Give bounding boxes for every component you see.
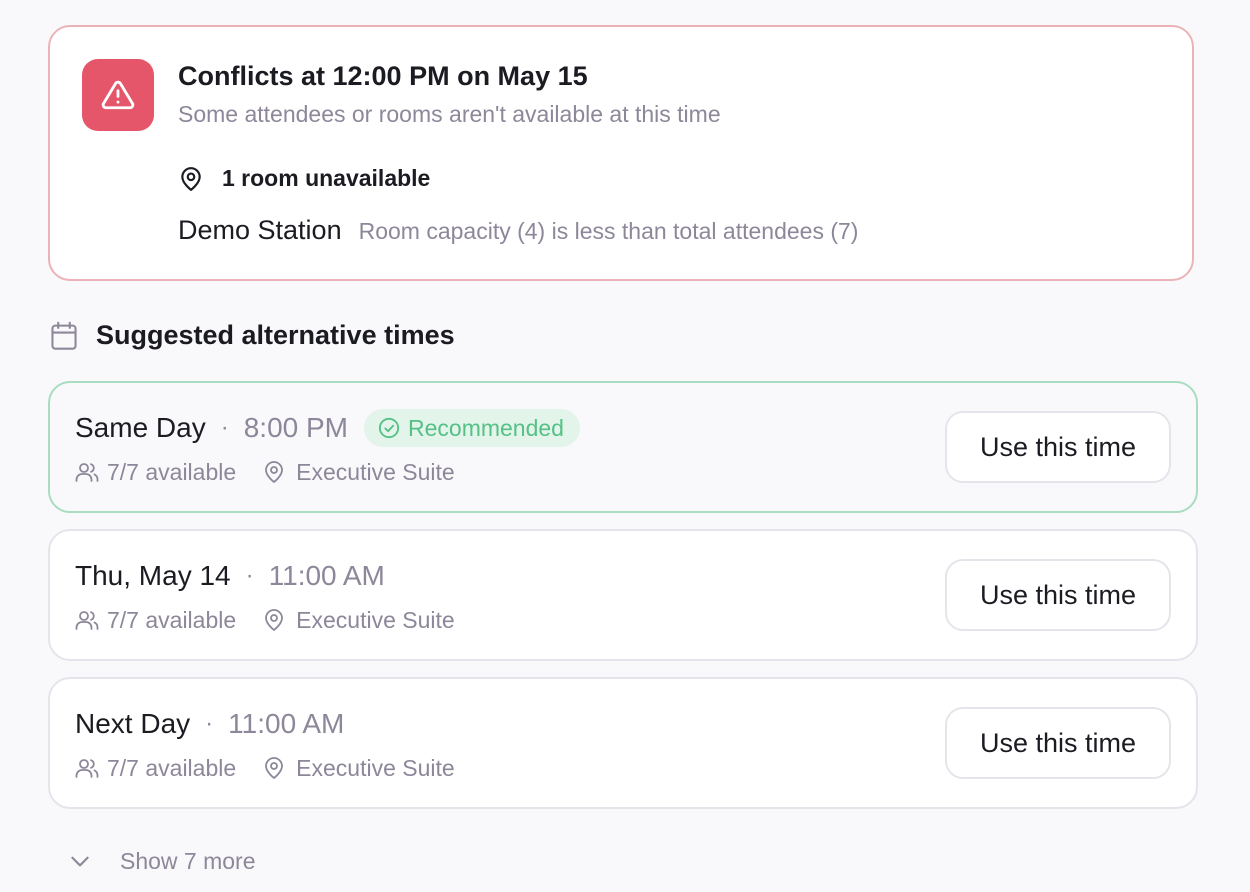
map-pin-icon (178, 166, 204, 192)
recommended-label: Recommended (408, 414, 564, 441)
warning-badge (82, 59, 154, 131)
calendar-icon (51, 321, 77, 350)
use-this-time-button[interactable]: Use this time (945, 559, 1171, 631)
time-option-card: Same Day · 8:00 PM Recommended 7/7 avail… (48, 381, 1198, 513)
unavailable-room-row: Demo Station Room capacity (4) is less t… (178, 215, 858, 246)
users-icon (75, 756, 99, 780)
option-heading: Same Day · 8:00 PM Recommended (75, 408, 580, 448)
option-time: 8:00 PM (243, 412, 348, 443)
conflict-subtitle: Some attendees or rooms aren't available… (178, 101, 721, 127)
option-details: 7/7 available Executive Suite (75, 606, 455, 634)
conflict-card: Conflicts at 12:00 PM on May 15 Some att… (48, 25, 1194, 281)
location-text: Executive Suite (296, 606, 455, 633)
warning-icon (101, 80, 135, 110)
room-conflict-reason: Room capacity (4) is less than total att… (358, 218, 859, 244)
map-pin-icon (262, 608, 286, 632)
suggestions-title: Suggested alternative times (96, 320, 455, 350)
room-name: Demo Station (178, 215, 342, 245)
availability-text: 7/7 available (107, 754, 237, 781)
show-more-button[interactable]: Show 7 more (66, 842, 256, 880)
recommended-badge: Recommended (364, 409, 580, 447)
option-details: 7/7 available Executive Suite (75, 754, 455, 782)
time-option-card: Thu, May 14 · 11:00 AM 7/7 available Exe… (48, 529, 1198, 661)
location-text: Executive Suite (296, 754, 455, 781)
map-pin-icon (262, 756, 286, 780)
option-day: Next Day (75, 708, 191, 739)
conflict-title: Conflicts at 12:00 PM on May 15 (178, 61, 588, 91)
use-this-time-button[interactable]: Use this time (945, 707, 1171, 779)
option-heading: Next Day · 11:00 AM (75, 704, 344, 744)
option-details: 7/7 available Executive Suite (75, 458, 455, 486)
location-text: Executive Suite (296, 458, 455, 485)
time-option-card: Next Day · 11:00 AM 7/7 available Execut… (48, 677, 1198, 809)
unavailable-count-label: 1 room unavailable (222, 165, 431, 191)
option-time: 11:00 AM (228, 708, 345, 739)
option-heading: Thu, May 14 · 11:00 AM (75, 556, 385, 596)
option-day: Same Day (75, 412, 206, 443)
show-more-label: Show 7 more (120, 847, 256, 874)
availability-text: 7/7 available (107, 458, 237, 485)
separator-dot: · (205, 710, 214, 737)
chevron-down-icon (66, 847, 94, 875)
users-icon (75, 460, 99, 484)
option-day: Thu, May 14 (75, 560, 231, 591)
users-icon (75, 608, 99, 632)
unavailable-summary: 1 room unavailable (178, 165, 430, 192)
map-pin-icon (262, 460, 286, 484)
use-this-time-button[interactable]: Use this time (945, 411, 1171, 483)
separator-dot: · (220, 414, 229, 441)
check-circle-icon (378, 417, 400, 439)
availability-text: 7/7 available (107, 606, 237, 633)
suggestions-header: Suggested alternative times (50, 320, 455, 351)
separator-dot: · (245, 562, 254, 589)
option-time: 11:00 AM (268, 560, 385, 591)
